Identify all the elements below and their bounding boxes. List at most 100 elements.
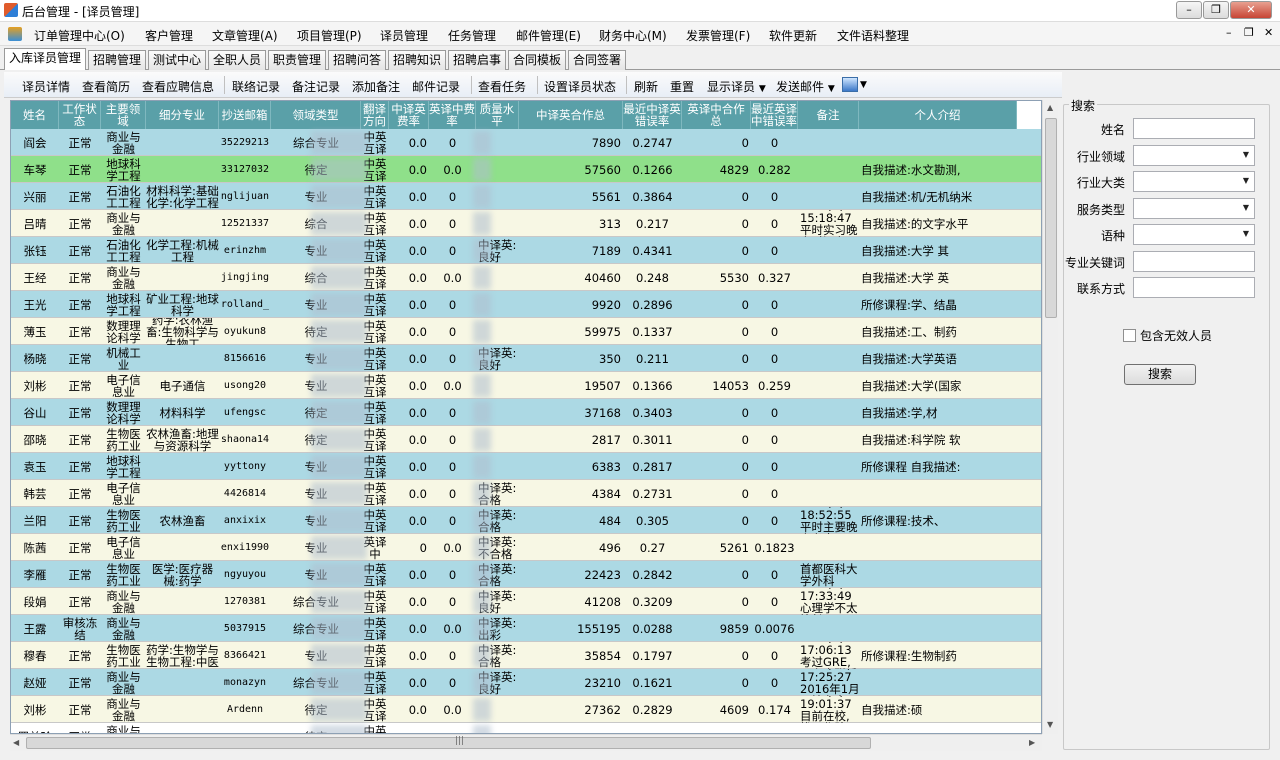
translator-grid[interactable]: 姓名 工作状态 主要领域 细分专业 抄送邮箱 领域类型 翻译方向 中译英费率 英译中费率 质量水平… xyxy=(10,100,1042,734)
menu-orders[interactable]: 订单管理中心(O) xyxy=(34,27,125,44)
table-row[interactable]: 兴丽正常石油化工工程材料科学:基础化学:化学工程nglijuan专业中英互译0.… xyxy=(11,183,1041,210)
table-row[interactable]: 刘彬正常电子信息业电子通信usong20专业中英互译0.00.0195070.1… xyxy=(11,372,1041,399)
view-application-button[interactable]: 查看应聘信息 xyxy=(142,78,214,95)
tab-translator-db[interactable]: 入库译员管理 xyxy=(4,48,87,70)
email-log-button[interactable]: 邮件记录 xyxy=(412,78,460,95)
menu-invoices[interactable]: 发票管理(F) xyxy=(686,27,750,44)
scroll-down-icon[interactable]: ▼ xyxy=(1047,720,1053,729)
table-row[interactable]: 王光正常地球科学工程矿业工程:地球科学rolland_专业中英互译0.00992… xyxy=(11,291,1041,318)
restore-icon[interactable]: ❐ xyxy=(1203,1,1229,19)
horizontal-scrollbar[interactable]: ◀ ||| ▶ xyxy=(10,734,1042,751)
mdi-minimize-icon[interactable]: – xyxy=(1226,26,1232,39)
menu-articles[interactable]: 文章管理(A) xyxy=(212,27,278,44)
menu-projects[interactable]: 项目管理(P) xyxy=(297,27,362,44)
column-header[interactable]: 中译英费率 xyxy=(389,101,429,129)
tab-recruitment[interactable]: 招聘管理 xyxy=(88,50,147,70)
show-translators-dropdown[interactable]: 显示译员 ▼ xyxy=(707,78,766,95)
include-invalid-checkbox[interactable] xyxy=(1123,329,1136,342)
column-header[interactable]: 备注 xyxy=(798,101,859,129)
tab-duties[interactable]: 职责管理 xyxy=(268,50,327,70)
table-row[interactable]: 袁玉正常地球科学工程yyttony专业中英互译0.0063830.281700所… xyxy=(11,453,1041,480)
search-input[interactable] xyxy=(1133,277,1255,298)
column-header[interactable]: 个人介绍 xyxy=(859,101,1017,129)
menu-finance[interactable]: 财务中心(M) xyxy=(599,27,667,44)
table-row[interactable]: 赵娅正常商业与金融monazyn综合专业中英互译0.00中译英:良好232100… xyxy=(11,669,1041,696)
table-row[interactable]: 李雁正常生物医药工业医学:医疗器械:药学ngyuyou专业中英互译0.00中译英… xyxy=(11,561,1041,588)
tab-test-center[interactable]: 测试中心 xyxy=(148,50,207,70)
view-tasks-button[interactable]: 查看任务 xyxy=(478,78,526,95)
minimize-icon[interactable]: – xyxy=(1176,1,1202,19)
column-header[interactable]: 抄送邮箱 xyxy=(219,101,271,129)
column-header[interactable]: 领域类型 xyxy=(271,101,361,129)
chevron-down-icon[interactable]: ▼ xyxy=(860,80,867,90)
view-resume-button[interactable]: 查看简历 xyxy=(82,78,130,95)
tab-notice[interactable]: 招聘启事 xyxy=(448,50,507,70)
close-icon[interactable]: ✕ xyxy=(1230,1,1272,19)
tab-contract-sign[interactable]: 合同签署 xyxy=(568,50,627,70)
send-email-dropdown[interactable]: 发送邮件 ▼ xyxy=(776,78,835,95)
table-row[interactable]: 王经正常商业与金融jingjing综合中英互译0.00.0404600.2485… xyxy=(11,264,1041,291)
scroll-left-icon[interactable]: ◀ xyxy=(13,738,19,747)
note-log-button[interactable]: 备注记录 xyxy=(292,78,340,95)
table-row[interactable]: 陈茜正常电子信息业enxi1990专业英译中00.0中译英:不合格4960.27… xyxy=(11,534,1041,561)
mdi-restore-icon[interactable]: ❐ xyxy=(1244,26,1254,39)
menu-tasks[interactable]: 任务管理 xyxy=(448,27,496,44)
table-row[interactable]: 段娟正常商业与金融1270381综合专业中英互译0.00中译英:良好412080… xyxy=(11,588,1041,615)
search-button[interactable]: 搜索 xyxy=(1124,364,1196,385)
table-row[interactable]: 谷山正常数理理论科学材料科学ufengsc待定中英互译0.00371680.34… xyxy=(11,399,1041,426)
scroll-up-icon[interactable]: ▲ xyxy=(1047,103,1053,112)
column-header[interactable]: 最近中译英错误率 xyxy=(623,101,682,129)
mdi-close-icon[interactable]: ✕ xyxy=(1264,26,1273,39)
translator-detail-button[interactable]: 译员详情 xyxy=(22,78,70,95)
tab-knowledge[interactable]: 招聘知识 xyxy=(388,50,447,70)
table-row[interactable]: 邵晓正常生物医药工业农林渔畜:地理与资源科学shaona14待定中英互译0.00… xyxy=(11,426,1041,453)
table-row[interactable]: 车琴正常地球科学工程33127032待定中英互译0.00.0575600.126… xyxy=(11,156,1041,183)
column-header[interactable]: 最近英译中错误率 xyxy=(751,101,798,129)
search-input[interactable] xyxy=(1133,250,1255,272)
table-row[interactable]: 穆春正常生物医药工业药学:生物学与生物工程:中医8366421专业中英互译0.0… xyxy=(11,642,1041,669)
set-status-button[interactable]: 设置译员状态 xyxy=(544,78,616,95)
search-select[interactable] xyxy=(1133,144,1255,166)
column-header[interactable]: 主要领域 xyxy=(101,101,146,129)
image-icon[interactable] xyxy=(842,77,858,92)
tab-fulltime[interactable]: 全职人员 xyxy=(208,50,267,70)
table-row[interactable]: 阎会正常商业与金融35229213综合专业中英互译0.0078900.27470… xyxy=(11,129,1041,156)
search-select[interactable] xyxy=(1133,197,1255,219)
menu-updates[interactable]: 软件更新 xyxy=(769,27,817,44)
table-row[interactable]: 杨晓正常机械工业8156616专业中英互译0.00中译英:良好3500.2110… xyxy=(11,345,1041,372)
column-header[interactable]: 姓名 xyxy=(11,101,59,129)
search-select[interactable] xyxy=(1133,171,1255,192)
table-row[interactable]: 王露审核冻结商业与金融5037915综合专业中英互译0.00.0中译英:出彩15… xyxy=(11,615,1041,642)
table-row[interactable]: 张钰正常石油化工工程化学工程:机械工程erinzhm专业中英互译0.00中译英:… xyxy=(11,237,1041,264)
vertical-scrollbar[interactable]: ▲ ▼ xyxy=(1042,100,1058,734)
column-header[interactable]: 翻译方向 xyxy=(361,101,389,129)
search-input[interactable] xyxy=(1133,118,1255,139)
refresh-button[interactable]: 刷新 xyxy=(634,78,658,95)
vertical-scroll-thumb[interactable] xyxy=(1045,118,1057,318)
scroll-right-icon[interactable]: ▶ xyxy=(1029,738,1035,747)
tab-qa[interactable]: 招聘问答 xyxy=(328,50,387,70)
tab-contract-template[interactable]: 合同模板 xyxy=(508,50,567,70)
table-row[interactable]: 韩芸正常电子信息业4426814专业中英互译0.00中译英:合格43840.27… xyxy=(11,480,1041,507)
column-header[interactable]: 英译中费率 xyxy=(429,101,476,129)
table-row[interactable]: 薄玉正常数理理论科学药学:农林渔畜:生物科学与生物工oyukun8待定中英互译0… xyxy=(11,318,1041,345)
column-header[interactable]: 质量水平 xyxy=(476,101,519,129)
menu-corpus[interactable]: 文件语料整理 xyxy=(837,27,909,44)
menu-customers[interactable]: 客户管理 xyxy=(145,27,193,44)
table-row[interactable]: 吕晴正常商业与金融12521337综合中英互译0.003130.21700201… xyxy=(11,210,1041,237)
menu-translators[interactable]: 译员管理 xyxy=(380,27,428,44)
horizontal-scroll-thumb[interactable]: ||| xyxy=(26,736,871,749)
menu-email[interactable]: 邮件管理(E) xyxy=(516,27,581,44)
mdi-child-icon[interactable] xyxy=(8,27,22,41)
add-note-button[interactable]: 添加备注 xyxy=(352,78,400,95)
table-row[interactable]: 兰阳正常生物医药工业农林渔畜anxixix专业中英互译0.00中译英:合格484… xyxy=(11,507,1041,534)
table-row[interactable]: 刘彬正常商业与金融Ardenn待定中英互译0.00.0273620.282946… xyxy=(11,696,1041,723)
contact-log-button[interactable]: 联络记录 xyxy=(232,78,280,95)
column-header[interactable]: 工作状态 xyxy=(59,101,101,129)
column-header[interactable]: 中译英合作总 xyxy=(519,101,623,129)
column-header[interactable]: 细分专业 xyxy=(146,101,219,129)
reset-button[interactable]: 重置 xyxy=(670,78,694,95)
column-header[interactable]: 英译中合作总 xyxy=(682,101,751,129)
search-select[interactable] xyxy=(1133,224,1255,245)
table-row[interactable]: 罗美玲正常商业与金融待定中英互译 xyxy=(11,723,1041,733)
